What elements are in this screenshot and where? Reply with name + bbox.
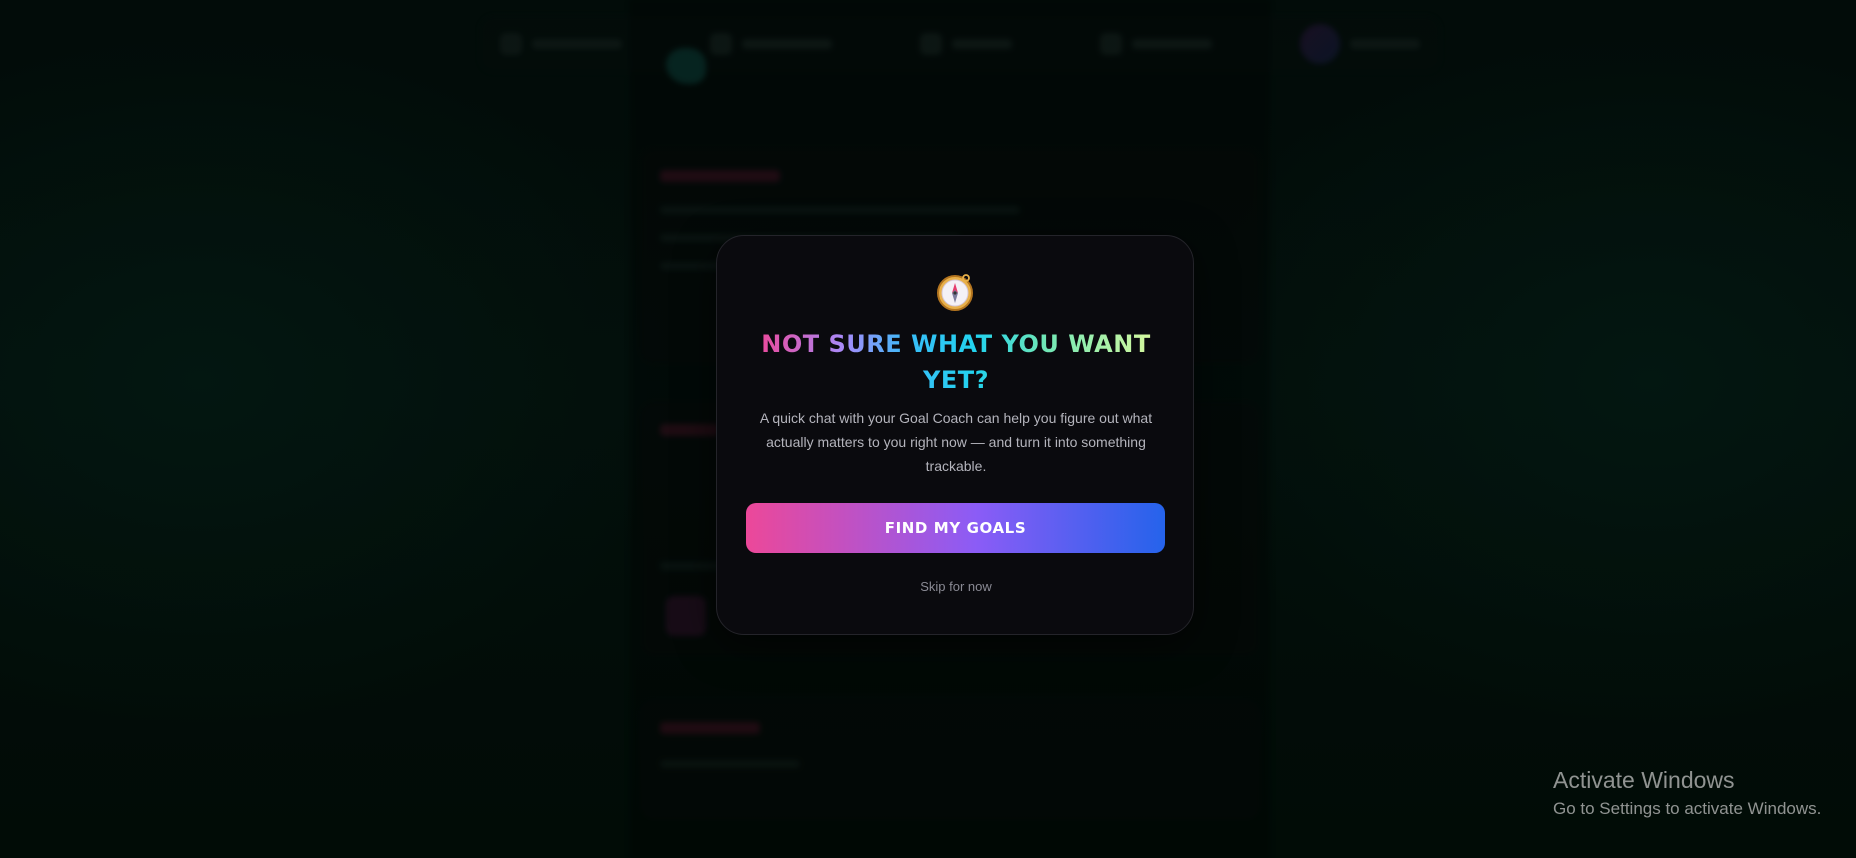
- compass-icon: [937, 274, 973, 311]
- modal-title: NOT SURE WHAT YOU WANT YET?: [757, 326, 1155, 398]
- watermark-title: Activate Windows: [1553, 767, 1735, 793]
- watermark-subtitle: Go to Settings to activate Windows.: [1553, 799, 1822, 818]
- goal-coach-modal: NOT SURE WHAT YOU WANT YET? A quick chat…: [716, 235, 1194, 635]
- modal-description: A quick chat with your Goal Coach can he…: [759, 410, 1153, 474]
- windows-activation-watermark: Activate Windows Go to Settings to activ…: [1553, 764, 1821, 822]
- app-background: NOT SURE WHAT YOU WANT YET? A quick chat…: [0, 0, 1856, 858]
- skip-for-now-link[interactable]: Skip for now: [717, 578, 1195, 595]
- find-my-goals-button[interactable]: FIND MY GOALS: [746, 503, 1165, 553]
